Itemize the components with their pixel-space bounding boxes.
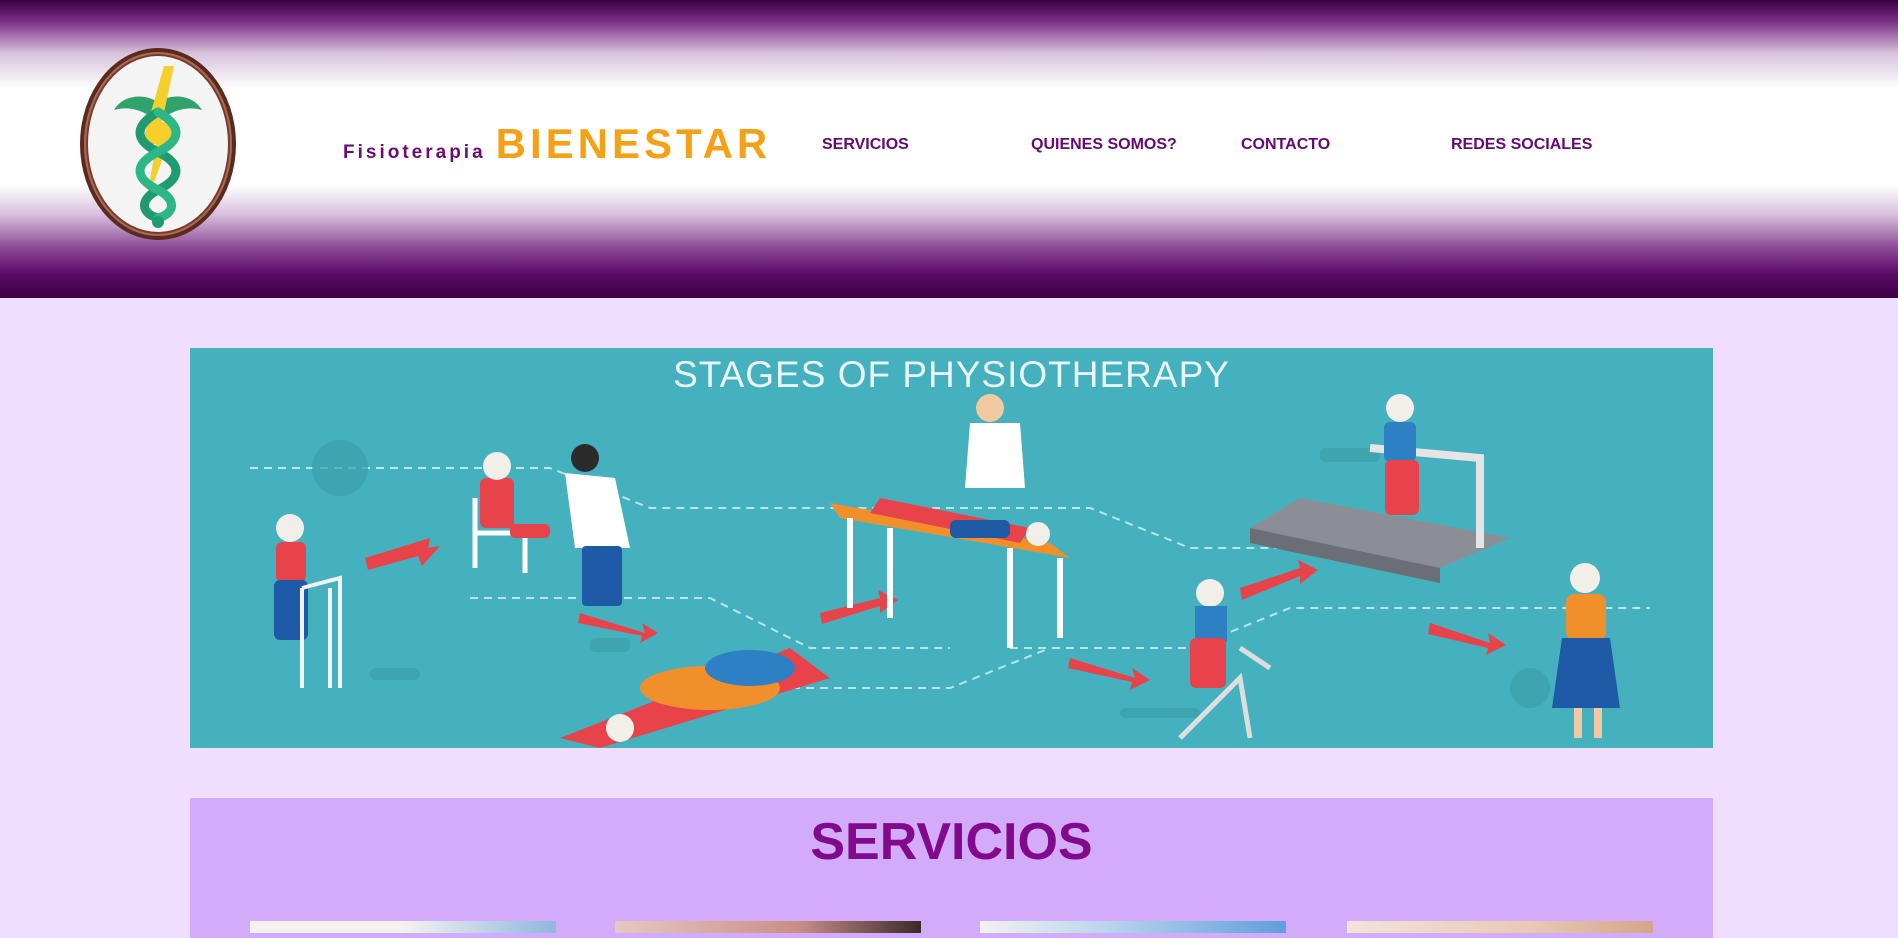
site-header: Fisioterapia BIENESTAR SERVICIOS QUIENES… [0,0,1898,298]
brand-small-text: Fisioterapia [343,142,486,163]
service-card-image[interactable] [1347,921,1653,933]
nav-servicios[interactable]: SERVICIOS [822,136,909,154]
service-card-image[interactable] [980,921,1286,933]
nav-contacto[interactable]: CONTACTO [1241,136,1330,154]
service-card-image[interactable] [615,921,921,933]
services-section: SERVICIOS [190,798,1713,938]
service-card-image[interactable] [250,921,556,933]
brand-title: Fisioterapia BIENESTAR [343,120,771,168]
brand-big-text: BIENESTAR [495,120,772,167]
nav-quienes-somos[interactable]: QUIENES SOMOS? [1031,136,1177,154]
hero-banner: STAGES OF PHYSIOTHERAPY [190,348,1713,748]
services-title: SERVICIOS [810,813,1093,871]
physiotherapy-illustration [250,394,1650,748]
logo[interactable] [80,48,236,240]
nav-redes-sociales[interactable]: REDES SOCIALES [1451,136,1592,154]
caduceus-lightning-icon [114,66,202,228]
